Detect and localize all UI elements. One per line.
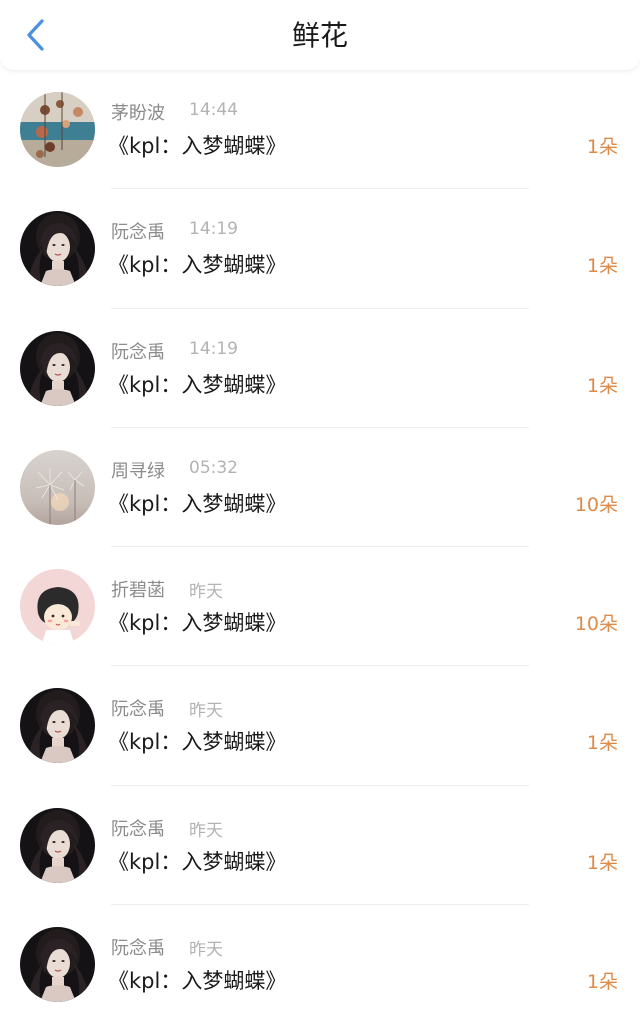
work-title: 《kpl：入梦蝴蝶》 (108, 491, 287, 516)
list-item[interactable]: 周寻绿 05:32 《kpl：入梦蝴蝶》 10朵 (0, 428, 640, 548)
sender-name: 茅盼波 (111, 103, 165, 124)
timestamp: 14:19 (189, 338, 238, 359)
work-title: 《kpl：入梦蝴蝶》 (108, 372, 287, 397)
flower-count: 1朵 (586, 971, 618, 994)
list-item[interactable]: 阮念禹 14:19 《kpl：入梦蝴蝶》 1朵 (0, 309, 640, 428)
flower-count: 1朵 (586, 374, 618, 397)
sender-name: 阮念禹 (111, 222, 165, 244)
avatar[interactable] (20, 807, 95, 883)
avatar[interactable] (20, 927, 95, 1003)
sender-name: 阮念禹 (111, 818, 165, 840)
list-item[interactable]: 阮念禹 昨天《kpl：入梦蝴蝶》 1朵 (0, 905, 640, 1024)
timestamp: 05:32 (189, 457, 238, 478)
timestamp: 昨天 (189, 582, 223, 603)
sender-name: 折碧菡 (111, 580, 165, 602)
timestamp: 14:19 (189, 219, 238, 240)
list-item[interactable]: 阮念禹 昨天《kpl：入梦蝴蝶》 1朵 (0, 786, 640, 906)
timestamp: 昨天 (189, 820, 223, 841)
flower-count: 1朵 (586, 255, 618, 278)
avatar[interactable] (20, 211, 95, 287)
list-item[interactable]: 阮念禹 14:19 《kpl：入梦蝴蝶》 1朵 (0, 189, 640, 309)
sender-name: 阮念禹 (111, 341, 165, 363)
flower-count: 10朵 (574, 613, 618, 636)
flower-count: 1朵 (586, 732, 618, 755)
work-title: 《kpl：入梦蝴蝶》 (108, 969, 287, 994)
avatar[interactable] (20, 92, 95, 167)
flower-count: 1朵 (586, 136, 618, 158)
page-title: 鲜花 (291, 19, 348, 52)
avatar[interactable] (20, 330, 95, 406)
avatar[interactable] (20, 569, 95, 645)
sender-name: 周寻绿 (111, 460, 165, 482)
work-title: 《kpl：入梦蝴蝶》 (108, 611, 287, 636)
work-title: 《kpl：入梦蝴蝶》 (108, 849, 287, 874)
work-title: 《kpl：入梦蝴蝶》 (108, 253, 287, 278)
timestamp: 昨天 (189, 701, 223, 722)
avatar[interactable] (20, 449, 95, 525)
nav-header: 鲜花 (0, 0, 640, 70)
work-title: 《kpl：入梦蝴蝶》 (108, 730, 287, 755)
sender-name: 阮念禹 (111, 699, 165, 721)
work-title: 《kpl：入梦蝴蝶》 (108, 134, 287, 158)
list-item[interactable]: 折碧菡 昨天《kpl：入梦蝴蝶》 10朵 (0, 547, 640, 667)
timestamp: 昨天 (189, 940, 223, 961)
timestamp: 14:44 (189, 100, 238, 120)
list-item[interactable]: 茅盼波 14:44 《kpl：入梦蝴蝶》 1朵 (0, 70, 640, 190)
back-button[interactable] (18, 14, 54, 56)
list-item[interactable]: 阮念禹 昨天《kpl：入梦蝴蝶》 1朵 (0, 666, 640, 786)
avatar[interactable] (20, 688, 95, 764)
chevron-left-icon (27, 19, 44, 51)
sender-name: 阮念禹 (111, 938, 165, 960)
flower-count: 10朵 (574, 493, 618, 516)
flower-list: 茅盼波 14:44 《kpl：入梦蝴蝶》 1朵 阮念禹 14:19 《kpl：入梦蝴蝶》 1… (0, 70, 640, 1024)
flower-count: 1朵 (586, 851, 618, 874)
